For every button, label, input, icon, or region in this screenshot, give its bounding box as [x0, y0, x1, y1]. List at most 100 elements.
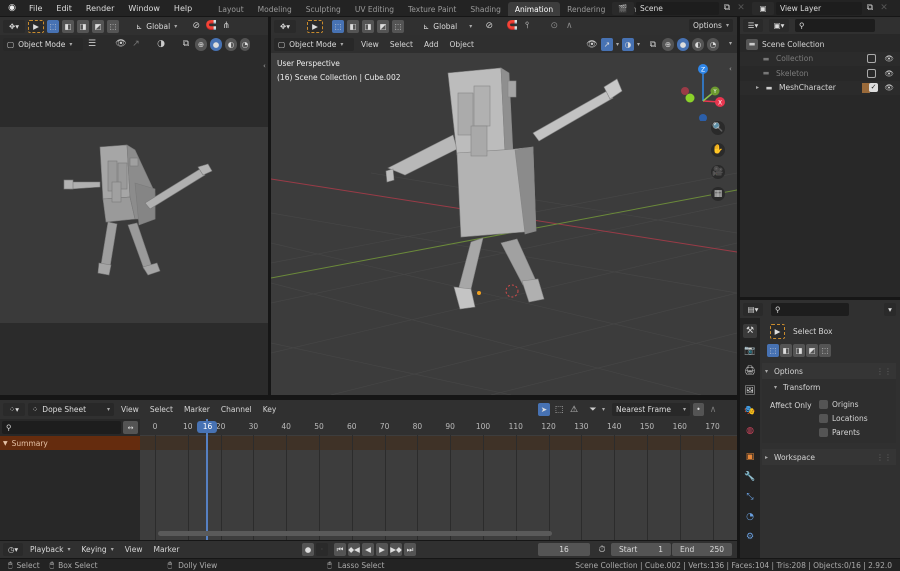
- snap-target-icon[interactable]: ⫯: [521, 20, 533, 32]
- filter-icon[interactable]: ▣▾: [769, 19, 789, 32]
- sidebar-toggle-icon[interactable]: ‹: [729, 65, 732, 73]
- overlays-icon[interactable]: ◑: [621, 38, 634, 51]
- transform-orientation-dropdown[interactable]: ⊾ Global ▾: [419, 20, 476, 33]
- locations-checkbox-row[interactable]: Locations: [819, 414, 868, 423]
- origins-checkbox-row[interactable]: Origins: [819, 400, 859, 409]
- pivot-point-icon[interactable]: ⊘: [483, 20, 495, 32]
- constraints-tab-icon[interactable]: ⚙: [743, 530, 757, 544]
- display-mode-icon[interactable]: ☰▾: [743, 19, 763, 32]
- shading-material-icon[interactable]: ◐: [225, 37, 237, 51]
- transform-pivot-icon[interactable]: ✥▾: [3, 19, 25, 33]
- hamburger-menu-icon[interactable]: ☰: [86, 38, 98, 50]
- ortho-grid-icon[interactable]: ▦: [711, 187, 725, 201]
- channel-search-input[interactable]: ⚲: [2, 421, 122, 434]
- output-tab-icon[interactable]: 🖨: [743, 364, 757, 378]
- eye-icon[interactable]: 👁: [884, 69, 894, 78]
- world-tab-icon[interactable]: ◍: [743, 424, 757, 438]
- shading-rendered-icon[interactable]: ◔: [707, 38, 719, 51]
- dope-sheet-mode-dropdown[interactable]: ⁘ Dope Sheet ▾: [28, 403, 114, 416]
- 3d-cursor-icon[interactable]: [505, 284, 519, 298]
- object-mode-dropdown[interactable]: ▢ Object Mode ▾: [3, 37, 83, 51]
- gizmo-toggle-icon[interactable]: ↗: [130, 38, 142, 50]
- chevron-down-icon[interactable]: ▾: [602, 406, 605, 413]
- modifier-tab-icon[interactable]: 🔧: [743, 470, 757, 484]
- blender-logo-icon[interactable]: ◉: [6, 2, 18, 14]
- summary-channel[interactable]: ▼ Summary: [0, 436, 140, 450]
- horizontal-scrollbar[interactable]: [158, 531, 552, 536]
- keying-dropdown[interactable]: Keying ▾: [77, 543, 117, 556]
- view-layer-name-field[interactable]: View Layer: [776, 1, 862, 15]
- camera-viewport[interactable]: ✥▾ ▶ ⬚ ◧ ◨ ◩ ⬚ ⊾ Global ▾ ⊘ 🧲 ⋔ ▢ Object…: [0, 17, 268, 395]
- menu-select[interactable]: Select: [146, 405, 177, 414]
- menu-help[interactable]: Help: [167, 4, 199, 13]
- outliner-item-meshcharacter[interactable]: ▸ ▬ MeshCharacter ✓ 👁: [740, 80, 900, 95]
- zoom-icon[interactable]: 🔍: [711, 121, 725, 135]
- select-mode-new-icon[interactable]: ⬚: [47, 19, 59, 33]
- shading-solid-icon[interactable]: ●: [677, 38, 689, 51]
- falloff-icon[interactable]: ∧: [707, 404, 719, 416]
- playhead-line[interactable]: [206, 419, 209, 540]
- select-mode-invert-icon[interactable]: ◩: [806, 344, 818, 357]
- transform-orientation-dropdown[interactable]: ⊾ Global ▾: [132, 20, 181, 33]
- scene-close-icon[interactable]: ✕: [735, 2, 747, 14]
- menu-window[interactable]: Window: [121, 4, 167, 13]
- current-frame-field[interactable]: 16: [538, 543, 590, 556]
- scene-name-field[interactable]: Scene: [636, 1, 719, 15]
- prev-keyframe-icon[interactable]: ◆◀: [348, 543, 360, 556]
- outliner-search-input[interactable]: ⚲: [795, 19, 875, 32]
- outliner-item-collection[interactable]: ▬ Collection 👁: [740, 51, 900, 66]
- select-mode-new-icon[interactable]: ⬚: [767, 344, 779, 357]
- select-mode-subtract-icon[interactable]: ◨: [362, 19, 374, 33]
- editor-type-clock-icon[interactable]: ◷▾: [3, 543, 23, 556]
- select-mode-new-icon[interactable]: ⬚: [332, 19, 344, 33]
- parents-checkbox[interactable]: [819, 428, 828, 437]
- select-mode-invert-icon[interactable]: ◩: [377, 19, 389, 33]
- tool-tab-icon[interactable]: ⚒: [743, 324, 757, 338]
- view-layer-browse-icon[interactable]: ▣: [752, 1, 774, 15]
- filter-funnel-icon[interactable]: ⏷: [587, 404, 599, 416]
- workspace-panel-header[interactable]: ▸ Workspace ⋮⋮: [762, 449, 896, 465]
- scene-browse-icon[interactable]: 🎬: [612, 1, 634, 15]
- gizmo-toggle-icon[interactable]: ↗: [600, 38, 613, 51]
- shading-solid-icon[interactable]: ●: [210, 37, 222, 51]
- select-mode-extend-icon[interactable]: ◧: [347, 19, 359, 33]
- origins-checkbox[interactable]: [819, 400, 828, 409]
- outliner-scene-collection[interactable]: ▬ Scene Collection: [740, 37, 900, 52]
- start-frame-field[interactable]: Start 1: [611, 543, 671, 556]
- scene-tab-icon[interactable]: 🎭: [743, 404, 757, 418]
- select-mode-invert-icon[interactable]: ◩: [92, 19, 104, 33]
- editor-type-icon[interactable]: ⁘▾: [3, 403, 25, 416]
- overlays-icon[interactable]: ◑: [155, 38, 167, 50]
- select-mode-subtract-icon[interactable]: ◨: [77, 19, 89, 33]
- sync-channels-icon[interactable]: ↔: [123, 421, 138, 434]
- pivot-point-icon[interactable]: ⊘: [190, 20, 202, 32]
- menu-add[interactable]: Add: [420, 40, 443, 49]
- menu-view[interactable]: View: [357, 40, 383, 49]
- keying-set-icon[interactable]: ·: [316, 543, 328, 556]
- locations-checkbox[interactable]: [819, 414, 828, 423]
- properties-options-chevron[interactable]: ▾: [884, 302, 896, 316]
- proportional-edit-icon[interactable]: ⋔: [220, 20, 232, 32]
- visibility-icon[interactable]: 👁: [586, 39, 598, 51]
- main-3d-viewport[interactable]: ✥▾ ▶ ⬚ ◧ ◨ ◩ ⬚ ⊾ Global ▾ ⊘ 🧲 ⫯ ⊙ ∧ Opti…: [271, 17, 737, 395]
- render-tab-icon[interactable]: 📷: [743, 344, 757, 358]
- outliner-item-skeleton[interactable]: ▬ Skeleton 👁: [740, 66, 900, 81]
- snap-icon[interactable]: 🧲: [205, 20, 217, 32]
- select-mode-subtract-icon[interactable]: ◨: [793, 344, 805, 357]
- drag-handle-icon[interactable]: ⋮⋮: [876, 453, 892, 462]
- only-errors-icon[interactable]: ⚠: [568, 404, 580, 416]
- xray-icon[interactable]: ⧉: [647, 39, 659, 51]
- expand-arrow-icon[interactable]: ▸: [756, 84, 759, 91]
- select-tool-icon[interactable]: ▶: [28, 19, 44, 33]
- view-layer-tab-icon[interactable]: 🖼: [743, 384, 757, 398]
- shading-material-icon[interactable]: ◐: [692, 38, 704, 51]
- view-layer-close-icon[interactable]: ✕: [878, 2, 890, 14]
- menu-render[interactable]: Render: [79, 4, 121, 13]
- tab-texture-paint[interactable]: Texture Paint: [401, 2, 463, 16]
- navigation-gizmo[interactable]: Z X Y: [676, 61, 726, 122]
- auto-keying-record-icon[interactable]: ●: [302, 543, 314, 556]
- menu-object[interactable]: Object: [445, 40, 477, 49]
- properties-search-input[interactable]: ⚲: [771, 302, 849, 316]
- shading-wireframe-icon[interactable]: ⊕: [662, 38, 674, 51]
- pan-hand-icon[interactable]: ✋: [711, 143, 725, 157]
